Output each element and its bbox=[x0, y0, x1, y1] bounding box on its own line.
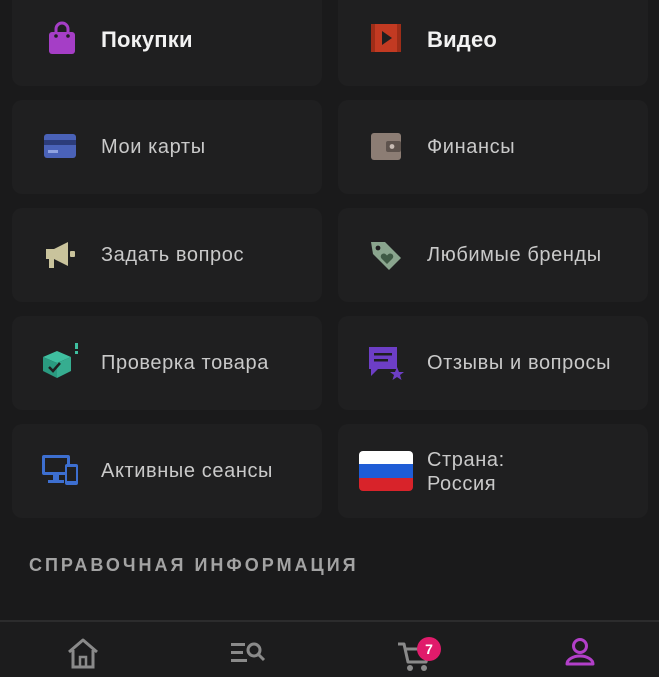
bottom-navigation-bar: 7 bbox=[0, 620, 659, 677]
menu-item-reviews-questions[interactable]: Отзывы и вопросы bbox=[338, 316, 648, 410]
menu-item-purchases[interactable]: Покупки bbox=[12, 0, 322, 86]
russia-flag-icon bbox=[359, 451, 413, 491]
menu-item-label: Задать вопрос bbox=[101, 244, 245, 266]
review-star-icon bbox=[366, 343, 406, 383]
menu-item-label: Любимые бренды bbox=[427, 244, 602, 266]
menu-item-favorite-brands[interactable]: Любимые бренды bbox=[338, 208, 648, 302]
menu-item-label: Финансы bbox=[427, 136, 516, 158]
menu-item-label-country: Страна: bbox=[427, 449, 505, 471]
profile-icon bbox=[565, 638, 595, 666]
box-check-icon bbox=[40, 343, 80, 383]
wallet-icon bbox=[366, 126, 406, 166]
menu-item-my-cards[interactable]: Мои карты bbox=[12, 100, 322, 194]
menu-item-label: Отзывы и вопросы bbox=[427, 352, 612, 374]
nav-cart[interactable]: 7 bbox=[395, 636, 441, 676]
profile-menu-page: Покупки Видео Мои карты Финансы Задать в… bbox=[0, 0, 659, 677]
menu-item-label: Активные сеансы bbox=[101, 460, 274, 482]
menu-item-video[interactable]: Видео bbox=[338, 0, 648, 86]
video-play-icon bbox=[366, 18, 406, 58]
nav-profile[interactable] bbox=[560, 636, 600, 676]
menu-item-active-sessions[interactable]: Активные сеансы bbox=[12, 424, 322, 518]
menu-item-label: Мои карты bbox=[101, 136, 206, 158]
cart-count-badge: 7 bbox=[417, 637, 441, 661]
nav-home[interactable] bbox=[63, 636, 103, 676]
section-title-reference-info: СПРАВОЧНАЯ ИНФОРМАЦИЯ bbox=[29, 555, 359, 575]
menu-item-finance[interactable]: Финансы bbox=[338, 100, 648, 194]
menu-item-ask-question[interactable]: Задать вопрос bbox=[12, 208, 322, 302]
menu-item-label: Видео bbox=[427, 27, 498, 52]
credit-card-icon bbox=[40, 126, 80, 166]
nav-catalog[interactable] bbox=[228, 636, 268, 676]
menu-item-label-country-value: Россия bbox=[427, 473, 497, 495]
devices-icon bbox=[40, 451, 80, 491]
price-tag-heart-icon bbox=[366, 235, 406, 275]
megaphone-icon bbox=[40, 235, 80, 275]
menu-item-country[interactable]: Страна: Россия bbox=[338, 424, 648, 518]
menu-item-label: Покупки bbox=[101, 27, 193, 52]
shopping-bag-icon bbox=[42, 18, 82, 58]
catalog-search-icon bbox=[231, 642, 266, 662]
menu-item-product-check[interactable]: Проверка товара bbox=[12, 316, 322, 410]
home-icon bbox=[68, 638, 98, 669]
menu-item-label: Проверка товара bbox=[101, 352, 269, 374]
